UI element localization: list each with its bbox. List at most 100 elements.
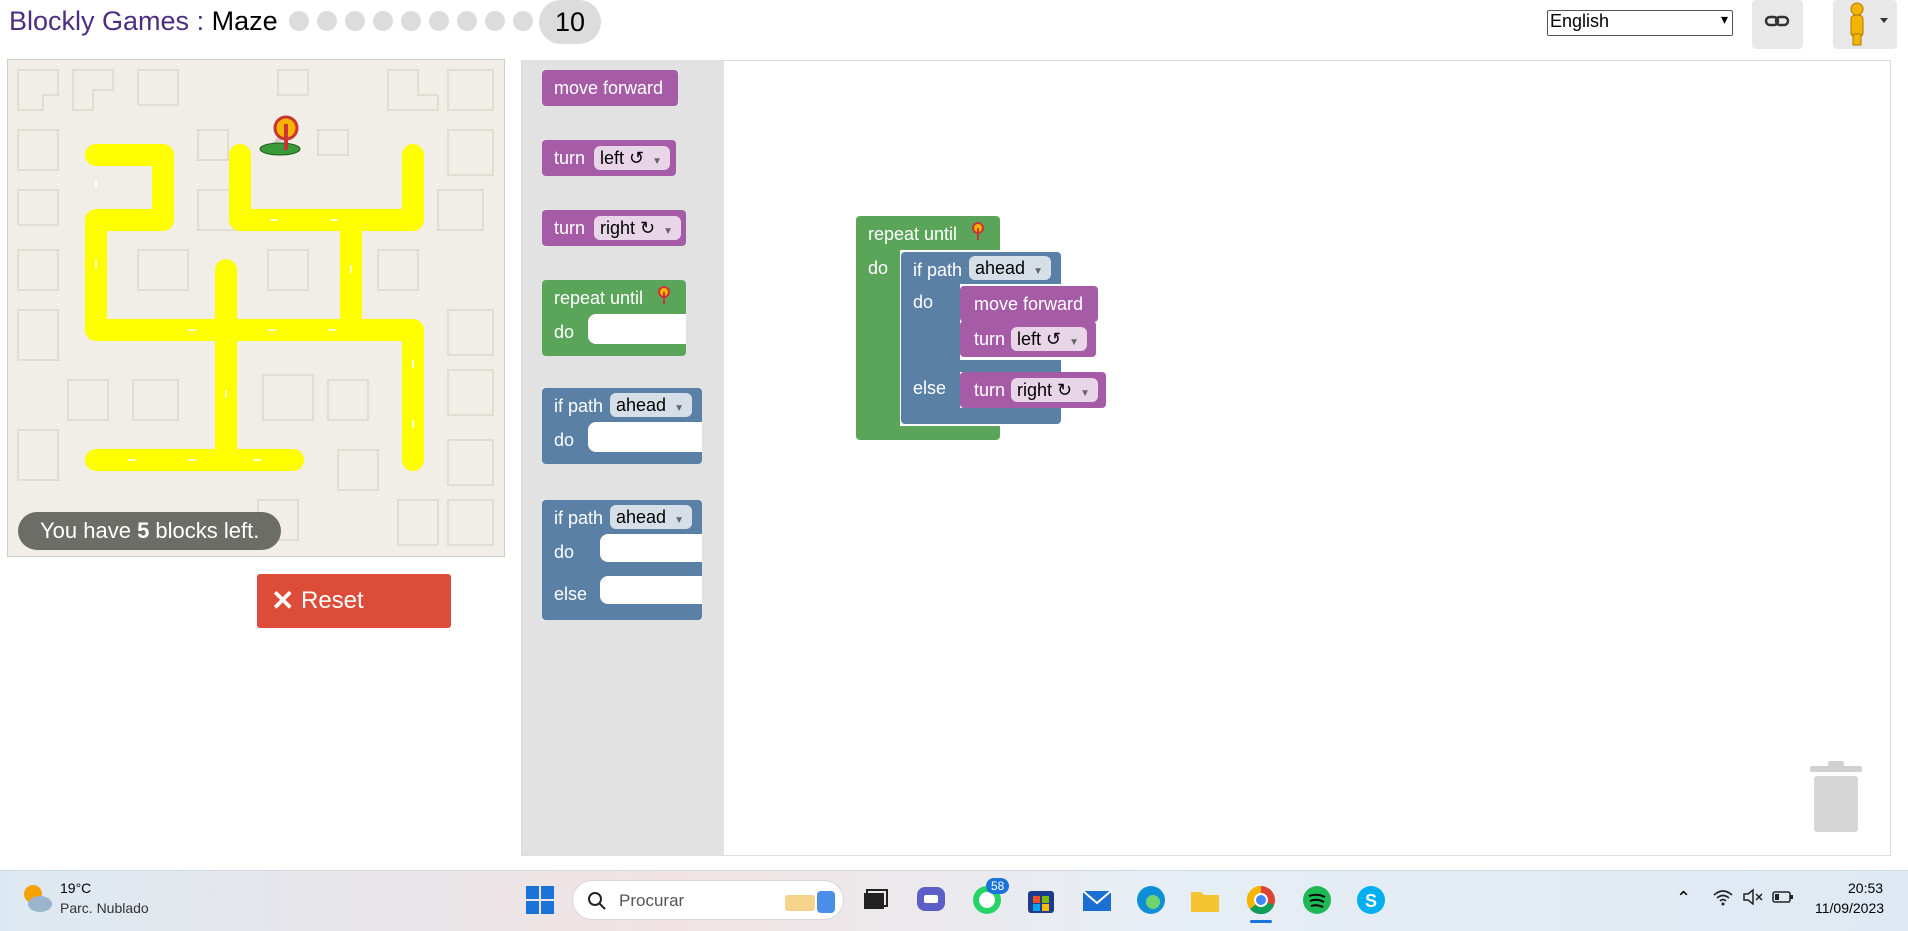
path-dropdown[interactable]: ahead ▼ bbox=[610, 393, 692, 417]
block-label: do bbox=[913, 292, 934, 312]
statement-slot bbox=[600, 534, 702, 562]
dropdown-value: right ↻ bbox=[600, 218, 656, 238]
trash-icon[interactable] bbox=[1808, 760, 1864, 834]
link-icon bbox=[1764, 15, 1790, 27]
block-label: repeat until bbox=[554, 288, 644, 308]
windows-start-icon[interactable] bbox=[524, 884, 556, 916]
block-label: do bbox=[868, 258, 889, 278]
reset-label: Reset bbox=[301, 587, 364, 614]
maze-path bbox=[85, 144, 424, 471]
clock-time[interactable]: 20:53 bbox=[1848, 880, 1883, 896]
program-turn-right-block[interactable]: turn right ↻ ▼ bbox=[960, 372, 1106, 408]
toolbox-if-path-block[interactable]: if path ahead ▼ do bbox=[542, 388, 702, 464]
chevron-down-icon: ▼ bbox=[1069, 337, 1080, 348]
direction-dropdown[interactable]: left ↺ ▼ bbox=[594, 146, 671, 170]
volume-muted-icon[interactable] bbox=[1742, 888, 1764, 906]
dropdown-value: right ↻ bbox=[1017, 380, 1073, 400]
program-turn-left-block[interactable]: turn left ↺ ▼ bbox=[960, 321, 1096, 357]
blocks-left-message: You have 5 blocks left. bbox=[18, 512, 282, 550]
direction-dropdown[interactable]: right ↻ ▼ bbox=[1011, 378, 1099, 402]
block-label: turn bbox=[974, 329, 1006, 349]
maze-canvas bbox=[7, 59, 505, 557]
app-name-link[interactable]: Blockly Games bbox=[9, 6, 189, 36]
task-view-icon[interactable] bbox=[858, 883, 892, 917]
pegman-icon bbox=[1850, 2, 1888, 46]
toolbox-repeat-until-block[interactable]: repeat until do bbox=[542, 280, 686, 356]
level-dot-5[interactable] bbox=[401, 11, 421, 31]
statement-slot bbox=[588, 422, 702, 452]
level-dot-2[interactable] bbox=[317, 11, 337, 31]
block-label: turn bbox=[554, 148, 586, 168]
level-dot-9[interactable] bbox=[513, 11, 533, 31]
chevron-down-icon: ▼ bbox=[674, 515, 684, 526]
skype-icon[interactable]: S bbox=[1354, 883, 1388, 917]
file-explorer-icon[interactable] bbox=[1188, 883, 1222, 917]
search-icon bbox=[588, 892, 606, 910]
level-dot-3[interactable] bbox=[345, 11, 365, 31]
page-title: Blockly Games : Maze bbox=[9, 6, 278, 37]
direction-dropdown[interactable]: left ↺ ▼ bbox=[1011, 327, 1088, 351]
chevron-down-icon: ▼ bbox=[674, 403, 684, 414]
level-dot-1[interactable] bbox=[289, 11, 309, 31]
title-separator: : bbox=[189, 6, 212, 36]
reset-button[interactable]: ✕ Reset bbox=[257, 574, 451, 628]
level-dot-7[interactable] bbox=[457, 11, 477, 31]
language-selected: English bbox=[1550, 11, 1610, 31]
dropdown-value: ahead bbox=[975, 258, 1026, 278]
block-label: do bbox=[554, 542, 575, 562]
toolbox-if-else-path-block[interactable]: if path ahead ▼ do else bbox=[542, 500, 702, 620]
clock-date[interactable]: 11/09/2023 bbox=[1815, 900, 1884, 916]
block-label: if path bbox=[554, 508, 604, 528]
chrome-icon[interactable] bbox=[1244, 883, 1278, 917]
block-label: if path bbox=[913, 260, 963, 280]
close-icon: ✕ bbox=[271, 585, 295, 616]
block-label: else bbox=[554, 584, 588, 604]
taskbar-search[interactable]: Procurar bbox=[572, 880, 844, 920]
block-label: if path bbox=[554, 396, 604, 416]
block-label: turn bbox=[554, 218, 586, 238]
link-button[interactable] bbox=[1752, 0, 1803, 49]
block-label: do bbox=[554, 322, 575, 342]
toolbox-turn-right-block[interactable]: turn right ↻ ▼ bbox=[542, 210, 686, 246]
edge-icon[interactable] bbox=[1134, 883, 1168, 917]
goal-marker-icon bbox=[259, 115, 301, 156]
avatar-button[interactable] bbox=[1833, 0, 1897, 49]
block-label: move forward bbox=[974, 294, 1084, 314]
battery-icon[interactable] bbox=[1772, 890, 1794, 904]
block-label: turn bbox=[974, 380, 1006, 400]
toolbox-turn-left-block[interactable]: turn left ↺ ▼ bbox=[542, 140, 676, 176]
path-dropdown[interactable]: ahead ▼ bbox=[610, 505, 692, 529]
game-name: Maze bbox=[211, 6, 278, 36]
level-dot-8[interactable] bbox=[485, 11, 505, 31]
path-dropdown[interactable]: ahead ▼ bbox=[969, 256, 1051, 280]
program-move-forward-block[interactable]: move forward bbox=[960, 286, 1098, 322]
taskbar bbox=[0, 870, 1908, 931]
blockly-workspace[interactable] bbox=[521, 60, 1891, 856]
wifi-icon[interactable] bbox=[1712, 888, 1734, 906]
search-placeholder: Procurar bbox=[619, 891, 685, 910]
weather-icon[interactable] bbox=[18, 880, 54, 916]
weather-temp: 19°C bbox=[60, 880, 92, 896]
svg-text:S: S bbox=[1365, 891, 1377, 911]
mail-icon[interactable] bbox=[1080, 883, 1114, 917]
chevron-down-icon: ▼ bbox=[1080, 388, 1091, 399]
statement-slot bbox=[588, 314, 686, 344]
store-icon[interactable] bbox=[1024, 883, 1058, 917]
spotify-icon[interactable] bbox=[1300, 883, 1334, 917]
level-dot-6[interactable] bbox=[429, 11, 449, 31]
level-current[interactable]: 10 bbox=[539, 0, 601, 44]
block-label: do bbox=[554, 430, 575, 450]
direction-dropdown[interactable]: right ↻ ▼ bbox=[594, 216, 682, 240]
language-select[interactable]: English ▾ bbox=[1547, 10, 1733, 36]
chevron-down-icon: ▼ bbox=[663, 226, 674, 237]
toolbox-move-forward-block[interactable]: move forward bbox=[542, 70, 678, 106]
goal-marker-icon bbox=[658, 286, 670, 304]
dropdown-value: ahead bbox=[616, 395, 667, 415]
goal-marker-icon bbox=[972, 222, 984, 240]
search-highlight-icon bbox=[785, 891, 835, 913]
dropdown-value: left ↺ bbox=[1017, 329, 1062, 349]
chevron-down-icon: ▼ bbox=[1033, 266, 1043, 277]
level-dot-4[interactable] bbox=[373, 11, 393, 31]
chevron-up-icon[interactable]: ⌃ bbox=[1676, 888, 1691, 909]
chat-app-icon[interactable] bbox=[914, 883, 948, 917]
